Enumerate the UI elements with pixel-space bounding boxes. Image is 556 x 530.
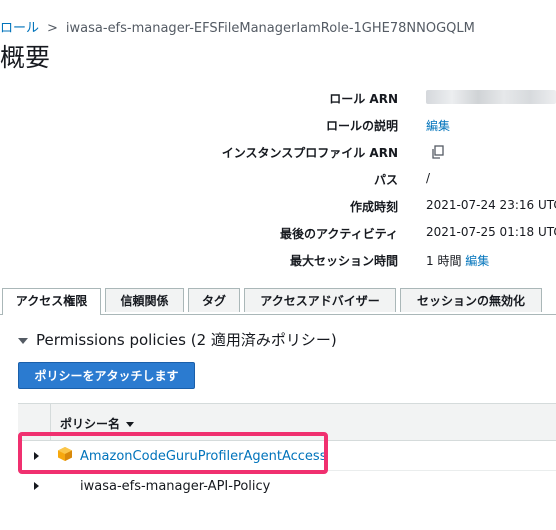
last-activity-value: 2021-07-25 01:18 UTC (426, 225, 556, 239)
caret-down-icon (18, 337, 28, 344)
breadcrumb: ロール > iwasa-efs-manager-EFSFileManagerIamR… (0, 17, 475, 36)
policy-name-column-label: ポリシー名 (60, 417, 121, 431)
copy-icon[interactable] (430, 144, 446, 160)
tab-access-advisor[interactable]: アクセスアドバイザー (244, 288, 396, 312)
page-title: 概要 (0, 43, 51, 72)
path-value: / (426, 171, 431, 185)
last-activity-label: 最後のアクティビティ (280, 227, 398, 241)
tab-revoke-sessions[interactable]: セッションの無効化 (400, 288, 542, 312)
expand-row-icon[interactable] (34, 482, 39, 490)
permissions-policies-header[interactable]: Permissions policies (2 適用済みポリシー) (18, 329, 337, 350)
highlight-annotation-box (18, 432, 328, 474)
tab-trust-relationships[interactable]: 信頼関係 (105, 288, 184, 312)
max-session-edit-link[interactable]: 編集 (465, 254, 489, 268)
created-time-label: 作成時刻 (349, 200, 398, 214)
role-description-edit-link[interactable]: 編集 (426, 117, 450, 134)
max-session-label: 最大セッション時間 (289, 254, 398, 268)
instance-profile-arn-label: インスタンスプロファイル ARN (221, 146, 398, 160)
role-arn-label: ロール ARN (329, 92, 398, 106)
breadcrumb-current: iwasa-efs-manager-EFSFileManagerIamRole-… (65, 21, 475, 36)
tab-tags[interactable]: タグ (188, 288, 240, 312)
max-session-value-group: 1 時間 編集 (426, 252, 489, 269)
policy-name-api-policy[interactable]: iwasa-efs-manager-API-Policy (80, 479, 270, 494)
role-description-label: ロールの説明 (325, 119, 398, 133)
permissions-policies-title: Permissions policies (2 適用済みポリシー) (36, 331, 337, 349)
breadcrumb-separator: > (47, 21, 58, 36)
path-label: パス (373, 173, 398, 187)
max-session-value: 1 時間 (426, 254, 462, 268)
sort-down-icon (126, 422, 135, 427)
tab-permissions[interactable]: アクセス権限 (2, 288, 101, 315)
attach-policies-button[interactable]: ポリシーをアタッチします (18, 362, 195, 389)
role-arn-value-redacted (426, 90, 556, 104)
breadcrumb-roles-link[interactable]: ロール (0, 21, 39, 36)
created-time-value: 2021-07-24 23:16 UTC (426, 198, 556, 212)
policy-name-column-header[interactable]: ポリシー名 (60, 415, 135, 432)
